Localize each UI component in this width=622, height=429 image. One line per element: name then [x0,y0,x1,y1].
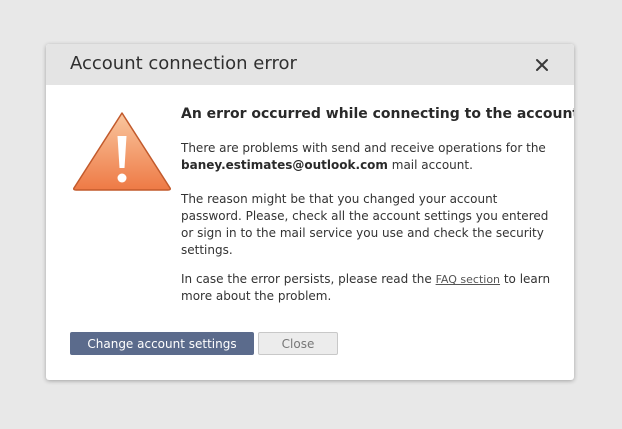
problems-prefix: There are problems with send and receive… [181,141,546,155]
dialog-title: Account connection error [70,53,297,74]
dialog-titlebar: Account connection error [46,44,574,85]
warning-triangle-icon [71,110,173,196]
problems-suffix: mail account. [391,158,473,172]
persist-text: In case the error persists, please read … [181,271,553,305]
error-heading: An error occurred while connecting to th… [181,106,574,122]
persist-prefix: In case the error persists, please read … [181,272,432,286]
close-button[interactable]: Close [258,332,338,355]
message-content: An error occurred while connecting to th… [181,104,574,317]
problems-text: There are problems with send and receive… [181,140,553,174]
account-error-dialog: Account connection error An error occurr… [46,44,574,380]
account-email: baney.estimates@outlook.com [181,158,388,172]
faq-link[interactable]: FAQ section [436,273,500,286]
close-icon[interactable] [532,56,552,74]
reason-text: The reason might be that you changed you… [181,192,549,257]
change-account-settings-button[interactable]: Change account settings [70,332,254,355]
